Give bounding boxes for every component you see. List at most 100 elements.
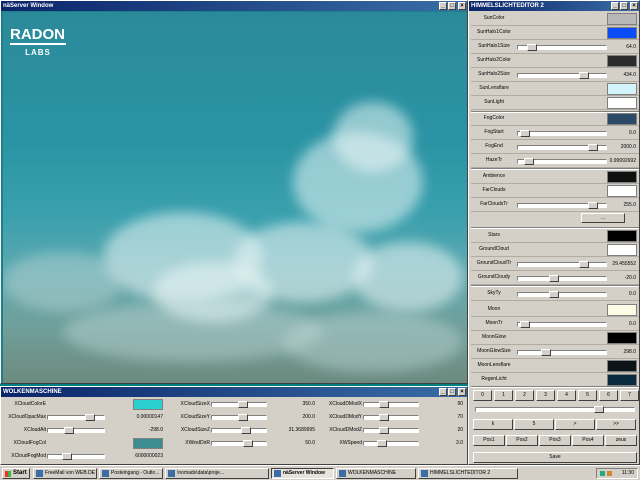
slider-track[interactable]	[211, 427, 267, 434]
slider-track[interactable]	[517, 158, 607, 165]
number-button-3[interactable]: 3	[536, 390, 555, 401]
position-button-pos1[interactable]: Pos1	[473, 435, 505, 446]
slider-thumb[interactable]	[527, 44, 537, 51]
slider-track[interactable]	[517, 44, 607, 51]
color-swatch[interactable]	[133, 399, 163, 410]
slider-thumb[interactable]	[85, 414, 95, 421]
taskbar-item[interactable]: HIMMELSLICHTEDITOR 2	[418, 468, 518, 479]
slider-track[interactable]	[47, 427, 105, 434]
maximize-icon[interactable]: □	[448, 388, 456, 396]
slider-track[interactable]	[517, 321, 607, 328]
slider-thumb[interactable]	[588, 202, 598, 209]
color-swatch[interactable]	[607, 244, 637, 256]
position-button-pos3[interactable]: Pos3	[539, 435, 571, 446]
slider-thumb[interactable]	[379, 414, 389, 421]
number-button-0[interactable]: 0	[473, 390, 492, 401]
slider-thumb[interactable]	[64, 427, 74, 434]
slider-track[interactable]	[211, 414, 267, 421]
slider-track[interactable]	[517, 275, 607, 282]
minimize-icon[interactable]: _	[439, 388, 447, 396]
slider-thumb[interactable]	[377, 440, 387, 447]
color-swatch[interactable]	[607, 13, 637, 25]
farclouds-button[interactable]: ...	[581, 213, 625, 223]
position-button-zeus[interactable]: zeus	[605, 435, 637, 446]
nav-button[interactable]: 5	[514, 419, 554, 430]
slider-track[interactable]	[47, 414, 105, 421]
slider-track[interactable]	[363, 414, 419, 421]
slider-track[interactable]	[211, 401, 267, 408]
slider-track[interactable]	[363, 440, 419, 447]
color-swatch[interactable]	[607, 332, 637, 344]
color-swatch[interactable]	[607, 97, 637, 109]
slider-thumb[interactable]	[579, 261, 589, 268]
color-swatch[interactable]	[607, 83, 637, 95]
position-button-pos2[interactable]: Pos2	[506, 435, 538, 446]
close-icon[interactable]: ×	[458, 2, 466, 10]
nav-button[interactable]: >>	[596, 419, 636, 430]
number-button-4[interactable]: 4	[557, 390, 576, 401]
maximize-icon[interactable]: □	[620, 2, 628, 10]
time-slider-thumb[interactable]	[594, 406, 604, 413]
nav-button[interactable]: >	[555, 419, 595, 430]
number-button-6[interactable]: 6	[599, 390, 618, 401]
slider-track[interactable]	[363, 401, 419, 408]
editor-titlebar[interactable]: HIMMELSLICHTEDITOR 2 _ □ ×	[469, 1, 639, 11]
slider-thumb[interactable]	[524, 158, 534, 165]
taskbar-item[interactable]: FreeMail von WEB.DE ...	[33, 468, 97, 479]
slider-thumb[interactable]	[541, 349, 551, 356]
taskbar-item[interactable]: näServer Window	[271, 468, 334, 479]
render-window-titlebar[interactable]: näServer Window _ □ ×	[1, 1, 467, 11]
render-viewport[interactable]: RADON LABS	[3, 12, 467, 383]
nav-button[interactable]: k	[473, 419, 513, 430]
taskbar-item[interactable]: WOLKENMASCHINE	[336, 468, 416, 479]
minimize-icon[interactable]: _	[611, 2, 619, 10]
color-swatch[interactable]	[133, 438, 163, 449]
tray-network-icon[interactable]	[600, 471, 605, 476]
maximize-icon[interactable]: □	[448, 2, 456, 10]
time-slider[interactable]	[475, 406, 635, 413]
slider-track[interactable]	[47, 453, 105, 460]
slider-track[interactable]	[517, 291, 607, 298]
slider-thumb[interactable]	[379, 401, 389, 408]
color-swatch[interactable]	[607, 304, 637, 316]
slider-thumb[interactable]	[520, 130, 530, 137]
color-swatch[interactable]	[607, 230, 637, 242]
number-button-2[interactable]: 2	[515, 390, 534, 401]
slider-thumb[interactable]	[588, 144, 598, 151]
slider-thumb[interactable]	[62, 453, 72, 460]
slider-thumb[interactable]	[520, 321, 530, 328]
save-button[interactable]: Save	[473, 452, 637, 463]
taskbar-item[interactable]: \nomads\data\proje...	[165, 468, 269, 479]
slider-track[interactable]	[517, 144, 607, 151]
position-button-pos4[interactable]: Pos4	[572, 435, 604, 446]
slider-track[interactable]	[517, 130, 607, 137]
taskbar-item[interactable]: Posteingang - Outlo...	[99, 468, 163, 479]
color-swatch[interactable]	[607, 171, 637, 183]
slider-thumb[interactable]	[549, 291, 559, 298]
color-swatch[interactable]	[607, 113, 637, 125]
color-swatch[interactable]	[607, 374, 637, 386]
color-swatch[interactable]	[607, 360, 637, 372]
slider-track[interactable]	[517, 202, 607, 209]
color-swatch[interactable]	[607, 27, 637, 39]
number-button-1[interactable]: 1	[494, 390, 513, 401]
tray-volume-icon[interactable]	[607, 471, 612, 476]
slider-thumb[interactable]	[549, 275, 559, 282]
slider-thumb[interactable]	[241, 427, 251, 434]
start-button[interactable]: Start	[2, 468, 30, 479]
close-icon[interactable]: ×	[630, 2, 638, 10]
number-button-7[interactable]: 7	[620, 390, 639, 401]
slider-track[interactable]	[363, 427, 419, 434]
slider-track[interactable]	[211, 440, 267, 447]
slider-thumb[interactable]	[379, 427, 389, 434]
close-icon[interactable]: ×	[458, 388, 466, 396]
wolken-titlebar[interactable]: WOLKENMASCHINE _ □ ×	[1, 387, 467, 397]
slider-thumb[interactable]	[579, 72, 589, 79]
color-swatch[interactable]	[607, 55, 637, 67]
slider-thumb[interactable]	[243, 440, 253, 447]
color-swatch[interactable]	[607, 185, 637, 197]
number-button-5[interactable]: 5	[578, 390, 597, 401]
slider-track[interactable]	[517, 261, 607, 268]
slider-thumb[interactable]	[238, 401, 248, 408]
slider-track[interactable]	[517, 72, 607, 79]
